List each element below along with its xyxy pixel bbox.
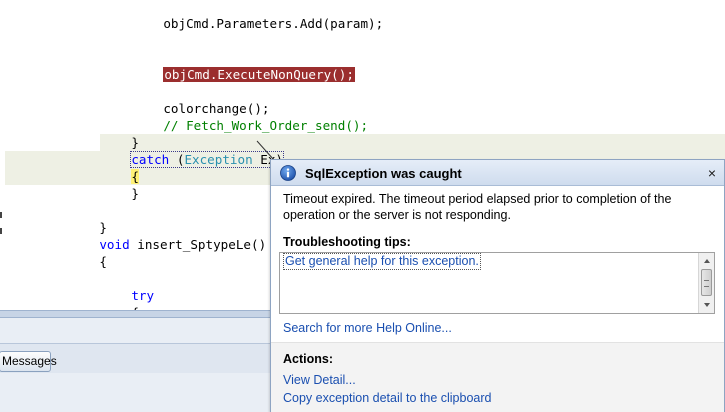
code-line-parameters-add: objCmd.Parameters.Add(param); [133, 0, 383, 31]
exception-statement-highlight: objCmd.ExecuteNonQuery(); [163, 67, 355, 82]
code-line-catch-open: { [101, 151, 139, 184]
scroll-thumb[interactable] [701, 269, 712, 296]
tips-scrollbar[interactable] [698, 253, 714, 313]
exception-header: SqlException was caught × [271, 160, 724, 186]
copy-detail-link[interactable]: Copy exception detail to the clipboard [283, 391, 491, 405]
code-line-method-signature: void insert_SptypeLe() [69, 219, 266, 252]
code-line-method-close: } [69, 202, 107, 235]
code-brace: { [99, 254, 107, 269]
troubleshooting-list[interactable]: Get general help for this exception. [279, 252, 715, 314]
close-button[interactable]: × [705, 166, 719, 180]
search-help-online-link[interactable]: Search for more Help Online... [283, 321, 452, 335]
code-line-execute: objCmd.ExecuteNonQuery(); [133, 49, 355, 82]
code-line-try-open: { [101, 287, 139, 310]
code-line-comment: // Fetch_Work_Order_send(); [133, 100, 368, 133]
scroll-up-icon[interactable] [700, 254, 714, 268]
tab-messages[interactable]: Messages [0, 351, 57, 372]
code-line-colorchange: colorchange(); [133, 83, 269, 116]
code-text: ( [169, 152, 185, 167]
exception-assistant: SqlException was caught × Timeout expire… [270, 159, 725, 412]
general-help-link[interactable]: Get general help for this exception. [283, 253, 481, 270]
troubleshooting-heading: Troubleshooting tips: [283, 235, 411, 249]
code-line-catch-close: } [101, 168, 139, 201]
code-comment: // Fetch_Work_Order_send(); [163, 118, 369, 133]
code-brace: } [131, 186, 139, 201]
scroll-down-icon[interactable] [700, 298, 714, 312]
method-name: insert_SptypeLe() [129, 237, 267, 252]
exception-type: Exception [184, 152, 253, 167]
exception-title: SqlException was caught [305, 166, 462, 181]
code-line-try: try [101, 270, 154, 303]
code-line-close-try: } [101, 117, 139, 150]
gutter-marker [0, 228, 2, 234]
exception-message: Timeout expired. The timeout period elap… [283, 192, 672, 222]
code-line-method-open: { [69, 236, 107, 269]
info-icon [280, 165, 296, 181]
actions-heading: Actions: [283, 352, 333, 366]
actions-section: Actions: View Detail... Copy exception d… [271, 342, 724, 412]
gutter-marker [0, 212, 2, 218]
code-text: objCmd.Parameters.Add(param); [163, 16, 384, 31]
view-detail-link[interactable]: View Detail... [283, 373, 356, 387]
